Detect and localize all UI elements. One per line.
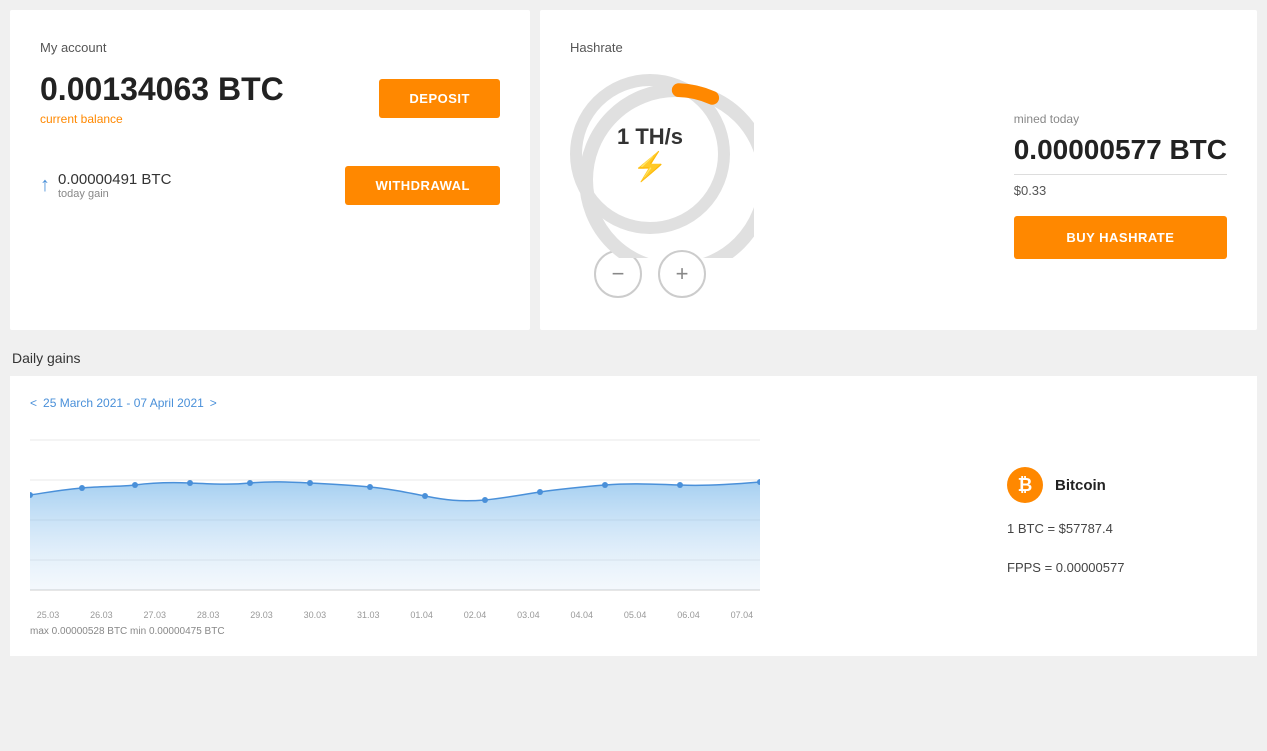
bitcoin-icon: ₿	[1007, 467, 1043, 503]
x-axis-label: 07.04	[724, 610, 760, 620]
deposit-button[interactable]: DEPOSIT	[379, 79, 500, 118]
date-range-text: 25 March 2021 - 07 April 2021	[43, 396, 204, 410]
buy-hashrate-button[interactable]: BUY HASHRATE	[1014, 216, 1227, 259]
lightning-icon: ⚡	[633, 150, 668, 183]
x-axis-label: 28.03	[190, 610, 226, 620]
balance-amount: 0.00134063 BTC	[40, 71, 284, 108]
my-account-title: My account	[40, 40, 500, 55]
x-axis-label: 04.04	[564, 610, 600, 620]
x-axis-label: 01.04	[404, 610, 440, 620]
chart-container	[30, 420, 760, 600]
daily-gains-section: Daily gains < 25 March 2021 - 07 April 2…	[0, 340, 1267, 656]
x-axis-label: 31.03	[350, 610, 386, 620]
today-gain-label: today gain	[58, 188, 171, 200]
hashrate-panel: Hashrate 1 TH/s ⚡ − + mined to	[540, 10, 1257, 330]
today-gain-amount: 0.00000491 BTC	[58, 171, 171, 188]
x-axis-label: 25.03	[30, 610, 66, 620]
x-axis-label: 30.03	[297, 610, 333, 620]
mined-usd: $0.33	[1014, 183, 1227, 198]
withdrawal-button[interactable]: WITHDRAWAL	[345, 166, 500, 205]
mined-info: mined today 0.00000577 BTC $0.33 BUY HAS…	[1014, 112, 1227, 259]
bitcoin-rate: 1 BTC = $57787.4	[1007, 521, 1237, 536]
hashrate-title: Hashrate	[570, 40, 1227, 55]
hashrate-value: 1 TH/s	[617, 124, 683, 150]
chart-stats: max 0.00000528 BTC min 0.00000475 BTC	[30, 626, 977, 637]
up-arrow-icon: ↑	[40, 174, 50, 197]
mined-amount: 0.00000577 BTC	[1014, 134, 1227, 175]
my-account-panel: My account 0.00134063 BTC current balanc…	[10, 10, 530, 330]
bitcoin-info: ₿ Bitcoin 1 BTC = $57787.4 FPPS = 0.0000…	[977, 396, 1237, 646]
x-axis-label: 03.04	[510, 610, 546, 620]
mined-today-label: mined today	[1014, 112, 1227, 126]
balance-label: current balance	[40, 112, 284, 126]
gauge-circle: 1 TH/s ⚡	[570, 74, 730, 234]
daily-gains-title: Daily gains	[10, 350, 1257, 366]
date-next-arrow[interactable]: >	[210, 396, 217, 410]
x-axis-label: 02.04	[457, 610, 493, 620]
fpps-rate: FPPS = 0.00000577	[1007, 560, 1237, 575]
x-axis-label: 27.03	[137, 610, 173, 620]
bitcoin-name: Bitcoin	[1055, 477, 1106, 494]
x-axis-label: 26.03	[83, 610, 119, 620]
x-axis-label: 29.03	[244, 610, 280, 620]
gauge-area: 1 TH/s ⚡ − +	[570, 74, 730, 298]
date-range: < 25 March 2021 - 07 April 2021 >	[30, 396, 977, 410]
date-prev-arrow[interactable]: <	[30, 396, 37, 410]
chart-area: < 25 March 2021 - 07 April 2021 >	[30, 396, 977, 646]
x-axis-label: 05.04	[617, 610, 653, 620]
x-axis-labels: 25.03 26.03 27.03 28.03 29.03 30.03 31.03 01.04…	[30, 610, 760, 620]
x-axis-label: 06.04	[671, 610, 707, 620]
